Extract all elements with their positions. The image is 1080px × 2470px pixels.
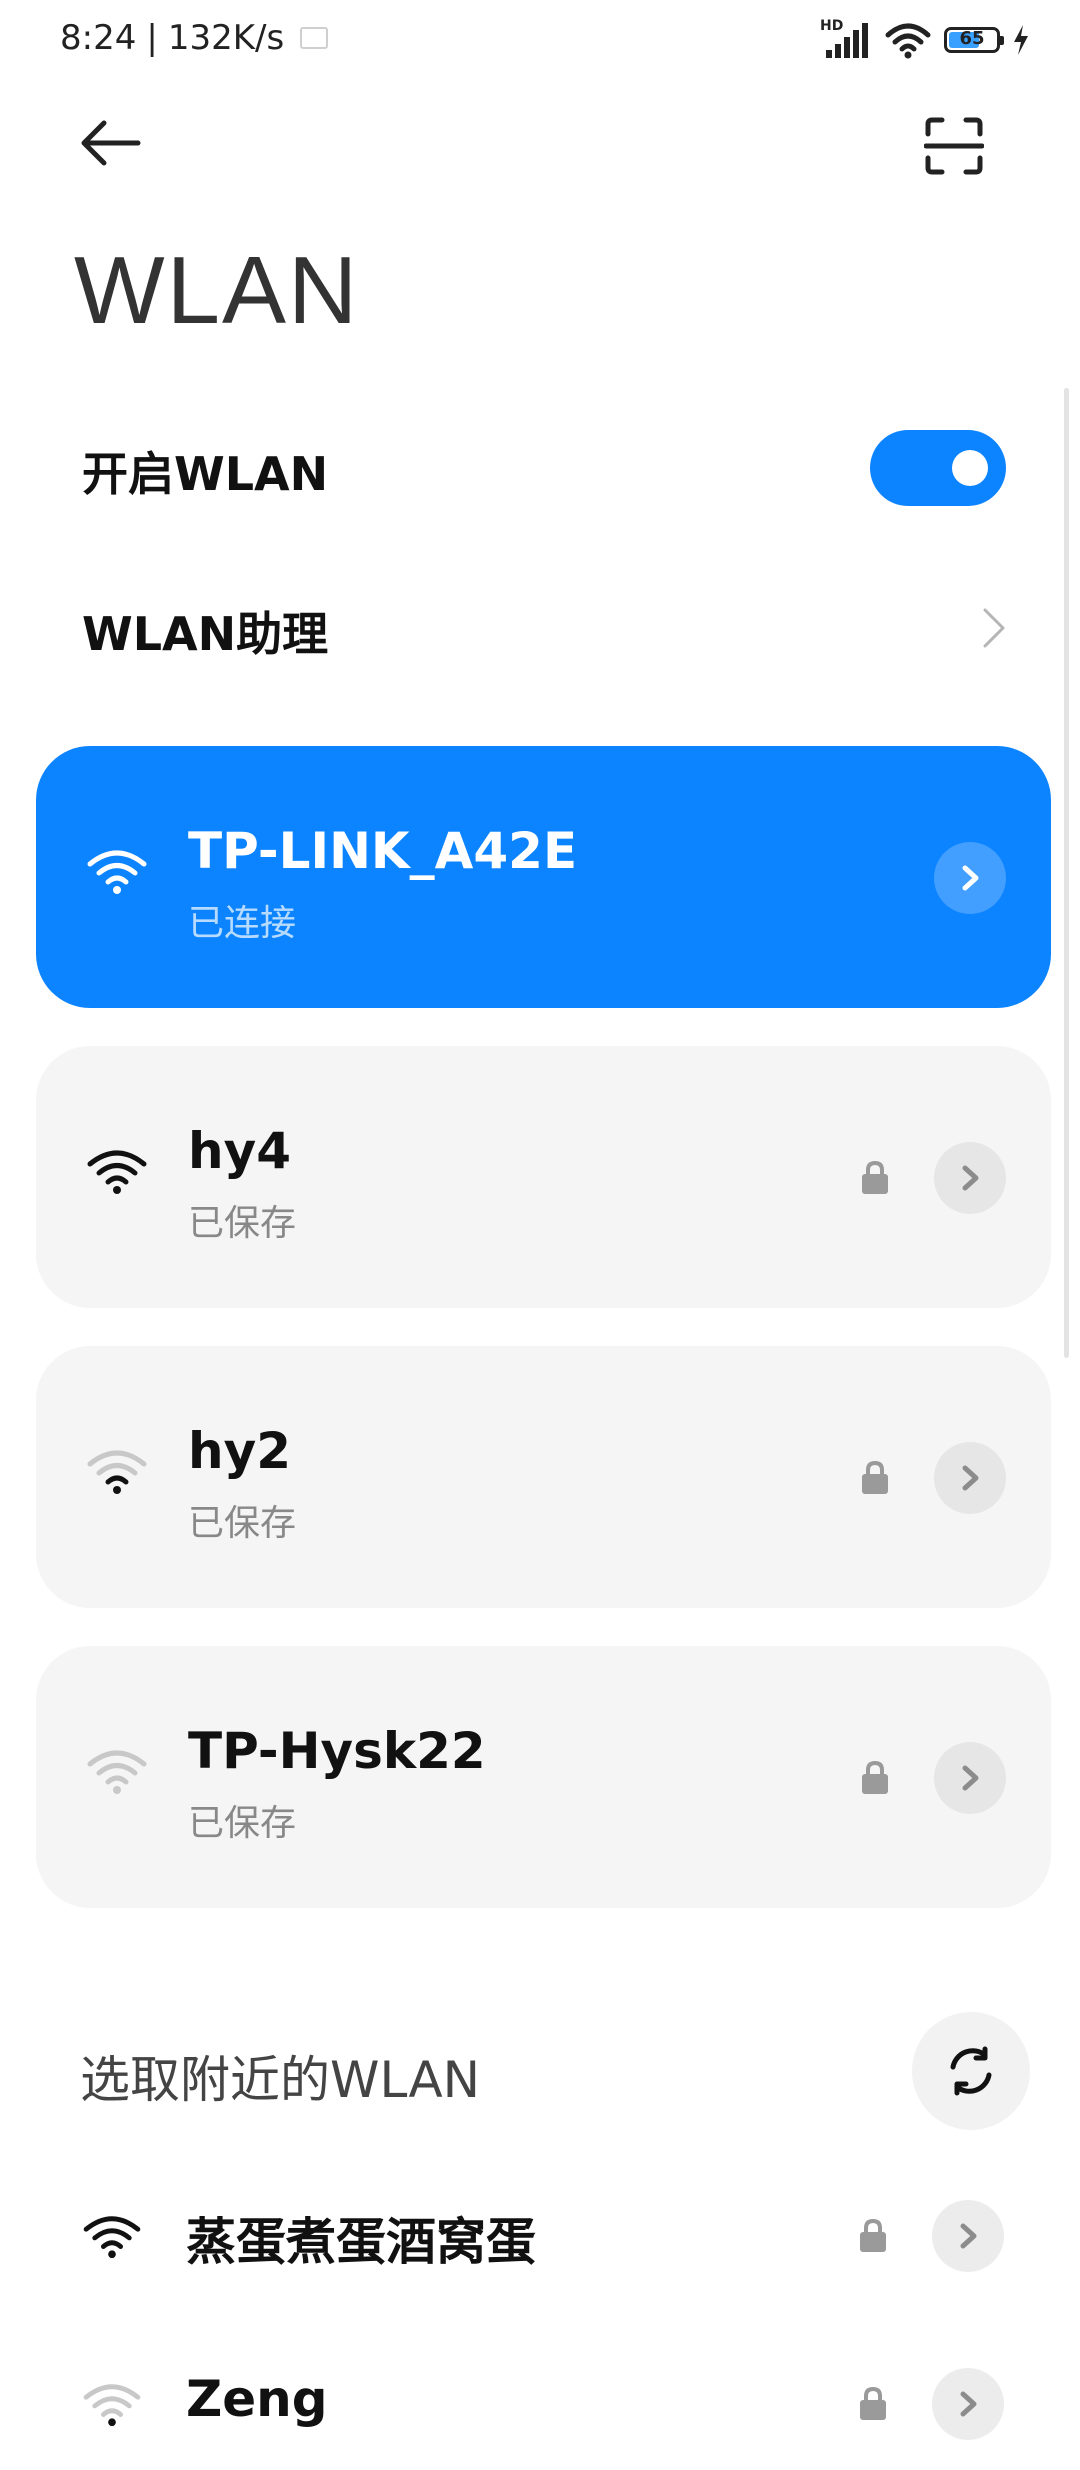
toggle-knob xyxy=(952,450,988,486)
lock-icon xyxy=(862,1460,888,1494)
battery-cap xyxy=(1000,36,1004,45)
nearby-section-title: 选取附近的WLAN xyxy=(80,2051,481,2109)
network-detail-button[interactable] xyxy=(934,1742,1006,1814)
scan-icon xyxy=(923,117,985,175)
scan-button[interactable] xyxy=(923,116,1004,196)
wifi-signal-icon xyxy=(83,2216,141,2259)
wifi-signal-icon xyxy=(87,1450,147,1494)
status-bar: 8:24 | 132K/s HD 65 xyxy=(0,0,1080,86)
chevron-right-icon xyxy=(960,2223,977,2249)
network-status: 已保存 xyxy=(188,1503,297,1544)
chevron-right-icon[interactable] xyxy=(975,606,1011,650)
wifi-icon xyxy=(885,23,931,59)
mail-icon xyxy=(300,27,329,49)
network-detail-button[interactable] xyxy=(934,842,1006,914)
page-title: WLAN xyxy=(74,237,360,344)
network-name: hy4 xyxy=(188,1122,291,1180)
chevron-right-icon xyxy=(962,1165,979,1191)
lock-icon xyxy=(860,2218,886,2252)
wlan-assistant-label[interactable]: WLAN助理 xyxy=(82,598,328,664)
network-card[interactable]: hy4 已保存 xyxy=(36,1046,1051,1308)
network-detail-button[interactable] xyxy=(934,1442,1006,1514)
status-separator: | xyxy=(146,18,158,58)
enable-wlan-label: 开启WLAN xyxy=(82,447,329,501)
status-right: HD 65 xyxy=(820,18,1030,60)
chevron-right-icon xyxy=(962,865,979,891)
network-detail-button[interactable] xyxy=(932,2200,1004,2272)
network-status: 已连接 xyxy=(188,903,297,944)
chevron-right-icon xyxy=(960,2391,977,2417)
network-status: 已保存 xyxy=(188,1203,297,1244)
wifi-signal-icon xyxy=(87,1150,147,1194)
network-name: hy2 xyxy=(188,1422,291,1480)
refresh-button[interactable] xyxy=(912,2012,1030,2130)
wifi-signal-icon xyxy=(83,2384,141,2427)
network-name: TP-Hysk22 xyxy=(188,1722,486,1780)
nearby-network-row[interactable]: 蒸蛋煮蛋酒窝蛋 xyxy=(0,2172,1080,2302)
lock-icon xyxy=(862,1160,888,1194)
refresh-icon xyxy=(950,2046,992,2096)
network-speed: 132K/s xyxy=(167,18,285,58)
battery-level: 65 xyxy=(959,28,985,49)
wifi-signal-icon xyxy=(87,1750,147,1794)
charging-icon xyxy=(1014,25,1028,55)
network-detail-button[interactable] xyxy=(932,2368,1004,2440)
lock-icon xyxy=(860,2386,886,2420)
wifi-signal-icon xyxy=(87,850,147,894)
battery-icon: 65 xyxy=(944,27,1004,53)
nearby-network-row[interactable]: Zeng xyxy=(0,2340,1080,2470)
lock-icon xyxy=(862,1760,888,1794)
back-arrow-icon xyxy=(81,120,141,166)
wlan-toggle[interactable] xyxy=(870,430,1006,506)
chevron-right-icon xyxy=(962,1765,979,1791)
hd-label: HD xyxy=(820,18,844,34)
network-card[interactable]: TP-Hysk22 已保存 xyxy=(36,1646,1051,1908)
network-name: 蒸蛋煮蛋酒窝蛋 xyxy=(186,2213,536,2271)
network-card-connected[interactable]: TP-LINK_A42E 已连接 xyxy=(36,746,1051,1008)
chevron-right-icon xyxy=(962,1465,979,1491)
network-status: 已保存 xyxy=(188,1803,297,1844)
back-button[interactable] xyxy=(78,118,158,188)
status-time: 8:24 xyxy=(60,18,137,58)
signal-icon: HD xyxy=(820,18,872,60)
network-card[interactable]: hy2 已保存 xyxy=(36,1346,1051,1608)
network-name: TP-LINK_A42E xyxy=(188,822,578,880)
scrollbar[interactable] xyxy=(1064,388,1069,1358)
status-left: 8:24 | 132K/s xyxy=(60,18,329,58)
network-name: Zeng xyxy=(186,2370,328,2428)
network-detail-button[interactable] xyxy=(934,1142,1006,1214)
